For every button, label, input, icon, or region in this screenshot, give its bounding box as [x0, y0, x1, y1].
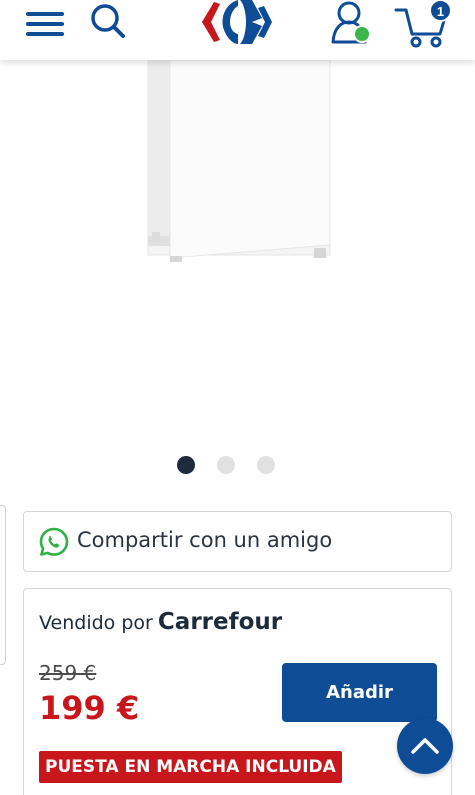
menu-button[interactable]	[26, 12, 66, 40]
whatsapp-icon	[39, 527, 69, 556]
gallery-dot-1[interactable]	[177, 456, 195, 474]
search-icon	[91, 4, 125, 38]
user-account-icon	[331, 1, 371, 44]
sold-by-label: Vendido por	[39, 612, 153, 634]
carrefour-logo-icon	[202, 0, 272, 44]
product-image[interactable]	[0, 59, 475, 450]
sold-by: Vendido por Carrefour	[39, 609, 282, 635]
account-button[interactable]	[328, 0, 374, 46]
add-to-cart-button[interactable]: Añadir	[282, 663, 437, 722]
hamburger-menu-icon	[26, 12, 64, 36]
gallery-dot-3[interactable]	[257, 456, 275, 474]
gallery-dot-2[interactable]	[217, 456, 235, 474]
seller-offer-card: Vendido por Carrefour 259 € 199 € Añadir…	[23, 588, 452, 795]
white-fridge-image	[147, 59, 331, 262]
installation-included-badge: PUESTA EN MARCHA INCLUIDA	[39, 751, 342, 783]
seller-name[interactable]: Carrefour	[158, 609, 282, 635]
side-card-edge	[0, 505, 6, 665]
share-with-friend-button[interactable]: Compartir con un amigo	[23, 511, 452, 572]
share-label: Compartir con un amigo	[77, 528, 333, 552]
top-header: 1	[0, 0, 475, 60]
search-button[interactable]	[88, 1, 128, 41]
gallery-pagination	[0, 455, 475, 475]
cart-count-badge: 1	[429, 0, 452, 22]
current-price: 199 €	[39, 689, 140, 727]
old-price: 259 €	[39, 661, 97, 685]
chevron-up-icon	[411, 738, 439, 754]
scroll-to-top-button[interactable]	[397, 718, 453, 774]
online-status-dot	[353, 25, 371, 43]
carrefour-logo[interactable]	[200, 0, 274, 48]
